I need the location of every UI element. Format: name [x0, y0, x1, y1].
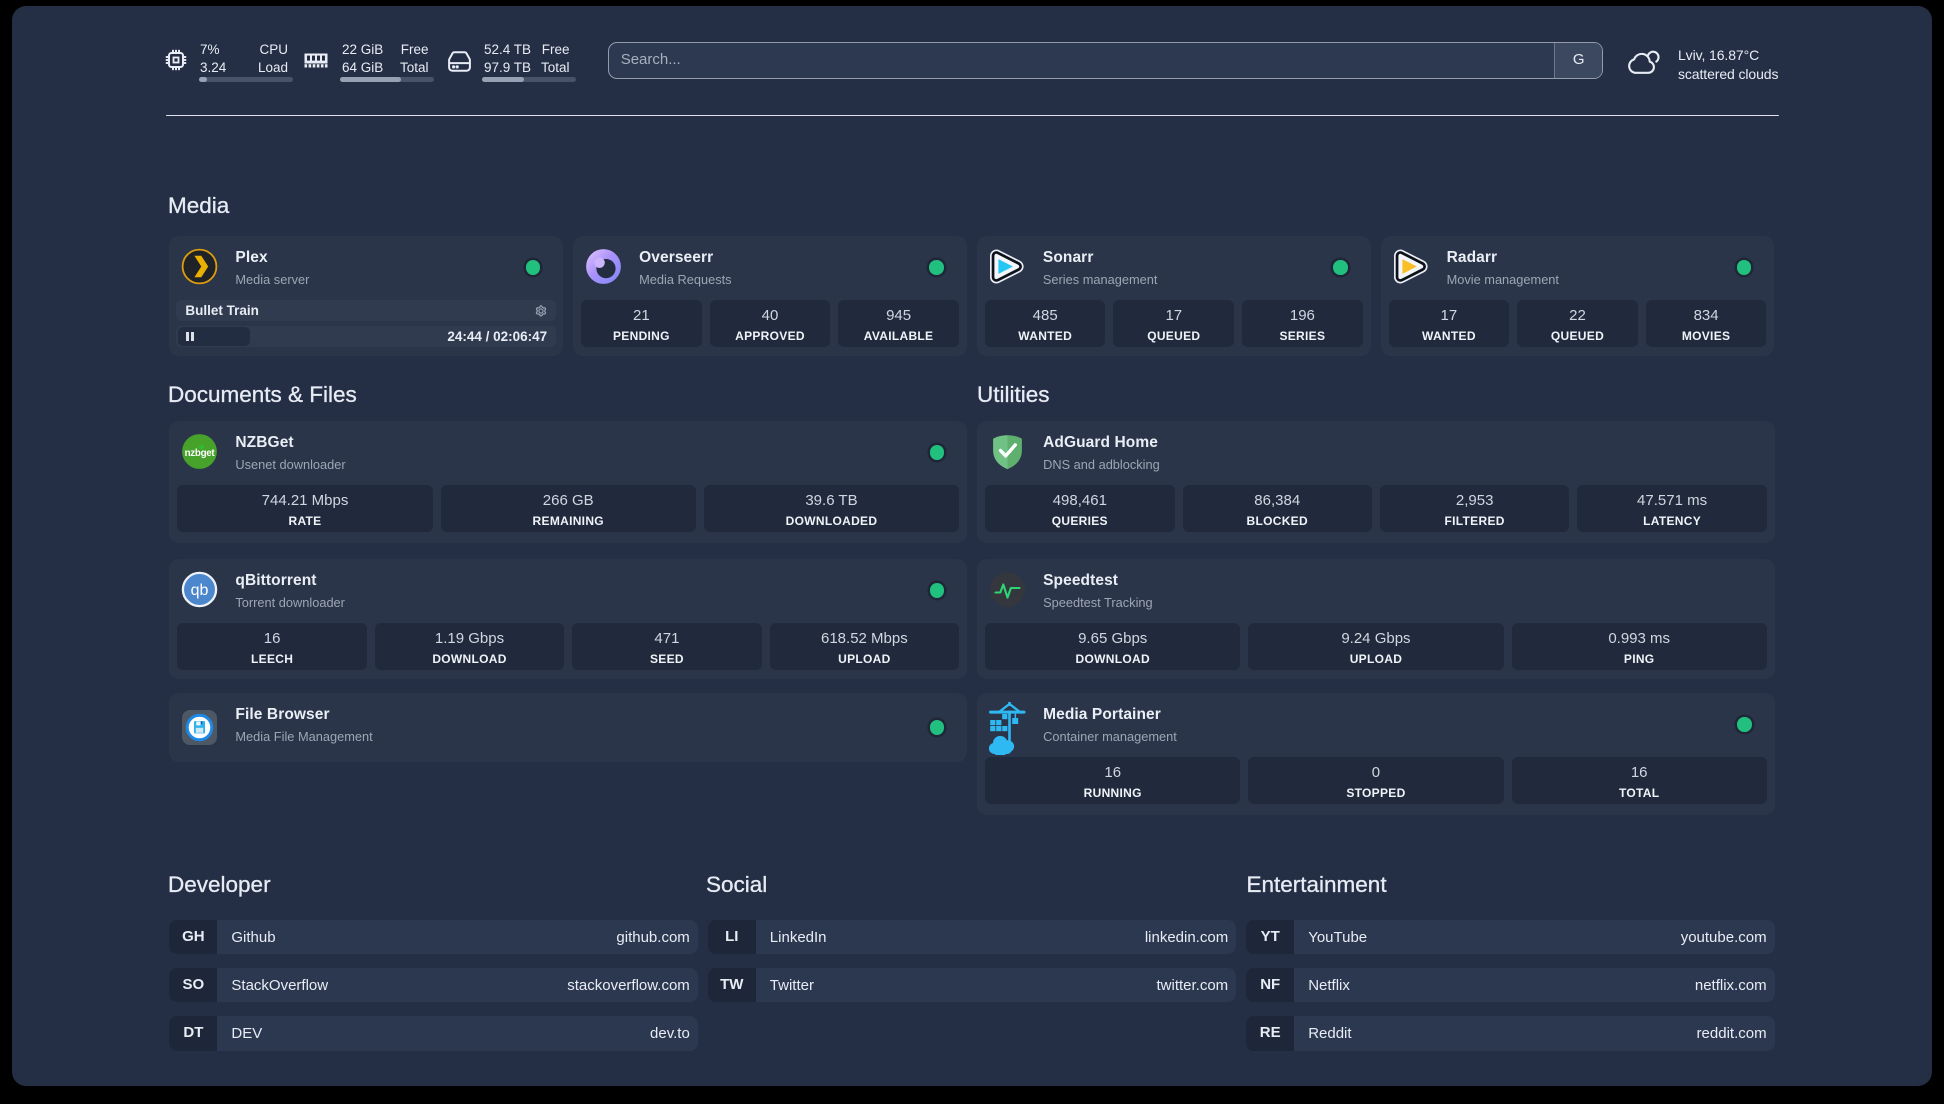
svg-text:qb: qb: [191, 582, 209, 599]
svg-text:nzbget: nzbget: [185, 448, 216, 459]
